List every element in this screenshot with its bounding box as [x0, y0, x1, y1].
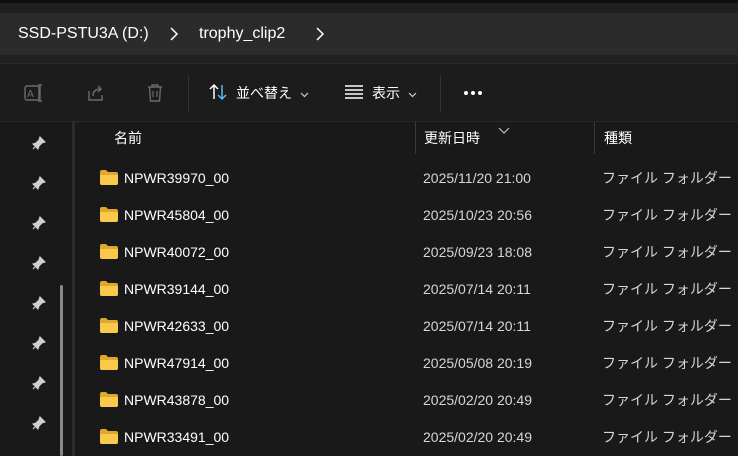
chevron-right-icon[interactable] [312, 13, 328, 55]
chevron-down-icon [408, 85, 417, 101]
breadcrumb[interactable]: SSD-PSTU3A (D:) trophy_clip2 [0, 13, 738, 55]
file-type: ファイル フォルダー [602, 318, 732, 334]
pin-icon[interactable] [30, 294, 48, 312]
folder-icon [100, 429, 118, 444]
breadcrumb-bar: SSD-PSTU3A (D:) trophy_clip2 [0, 3, 738, 63]
svg-text:A: A [27, 89, 34, 100]
file-modified: 2025/07/14 20:11 [423, 318, 531, 334]
share-icon[interactable] [84, 81, 108, 105]
file-list: 名前 更新日時 種類 NPWR39970_00 2025/11/20 21:00… [76, 122, 738, 456]
list-item[interactable]: NPWR40072_00 2025/09/23 18:08 ファイル フォルダー [76, 234, 738, 271]
file-name: NPWR47914_00 [124, 355, 230, 371]
folder-icon [100, 170, 118, 185]
nav-scrollbar[interactable] [60, 285, 63, 456]
view-list-icon [344, 84, 364, 103]
file-type: ファイル フォルダー [602, 170, 732, 186]
breadcrumb-item-folder[interactable]: trophy_clip2 [199, 13, 285, 55]
file-modified: 2025/10/23 20:56 [423, 207, 532, 223]
more-options-icon[interactable] [458, 78, 488, 108]
folder-icon [100, 355, 118, 370]
file-type: ファイル フォルダー [602, 207, 732, 223]
column-divider[interactable] [594, 122, 595, 154]
column-header-name[interactable]: 名前 [114, 122, 142, 154]
folder-icon [100, 207, 118, 222]
column-header-type[interactable]: 種類 [604, 122, 632, 154]
file-name: NPWR43878_00 [124, 392, 230, 408]
column-divider[interactable] [415, 122, 416, 154]
folder-icon [100, 318, 118, 333]
list-item[interactable]: NPWR45804_00 2025/10/23 20:56 ファイル フォルダー [76, 197, 738, 234]
folder-icon [100, 281, 118, 296]
sort-descending-icon [498, 122, 510, 140]
rename-icon[interactable]: A [22, 81, 46, 105]
file-name: NPWR39144_00 [124, 281, 230, 297]
list-item[interactable]: NPWR42633_00 2025/07/14 20:11 ファイル フォルダー [76, 308, 738, 345]
file-name: NPWR39970_00 [124, 170, 230, 186]
pane-splitter[interactable] [72, 122, 75, 456]
file-modified: 2025/07/14 20:11 [423, 281, 531, 297]
folder-icon [100, 244, 118, 259]
toolbar-divider [440, 76, 441, 112]
file-type: ファイル フォルダー [602, 244, 732, 260]
pin-icon[interactable] [30, 134, 48, 152]
list-item[interactable]: NPWR43878_00 2025/02/20 20:49 ファイル フォルダー [76, 382, 738, 419]
file-type: ファイル フォルダー [602, 429, 732, 445]
toolbar-divider [188, 76, 189, 112]
pin-icon[interactable] [30, 414, 48, 432]
file-modified: 2025/02/20 20:49 [423, 392, 532, 408]
file-type: ファイル フォルダー [602, 392, 732, 408]
pin-icon[interactable] [30, 334, 48, 352]
sort-icon [208, 82, 228, 105]
sort-button[interactable]: 並べ替え [208, 78, 309, 108]
pin-icon[interactable] [30, 374, 48, 392]
pin-icon[interactable] [30, 174, 48, 192]
chevron-down-icon [300, 85, 309, 101]
navigation-pane [0, 122, 76, 456]
file-name: NPWR33491_00 [124, 429, 230, 445]
list-item[interactable]: NPWR33491_00 2025/02/20 20:49 ファイル フォルダー [76, 419, 738, 456]
pin-icon[interactable] [30, 254, 48, 272]
file-type: ファイル フォルダー [602, 355, 732, 371]
list-item[interactable]: NPWR39144_00 2025/07/14 20:11 ファイル フォルダー [76, 271, 738, 308]
view-label: 表示 [372, 85, 400, 101]
chevron-right-icon[interactable] [166, 13, 182, 55]
folder-icon [100, 392, 118, 407]
list-item[interactable]: NPWR47914_00 2025/05/08 20:19 ファイル フォルダー [76, 345, 738, 382]
file-type: ファイル フォルダー [602, 281, 732, 297]
trash-icon[interactable] [143, 81, 167, 105]
file-modified: 2025/11/20 21:00 [423, 170, 531, 186]
sort-label: 並べ替え [236, 85, 292, 101]
file-modified: 2025/05/08 20:19 [423, 355, 532, 371]
file-name: NPWR42633_00 [124, 318, 230, 334]
command-bar: A 並べ替え 表示 [0, 63, 738, 122]
breadcrumb-item-drive[interactable]: SSD-PSTU3A (D:) [18, 13, 149, 55]
column-header-modified[interactable]: 更新日時 [424, 122, 480, 154]
file-name: NPWR45804_00 [124, 207, 230, 223]
list-item[interactable]: NPWR39970_00 2025/11/20 21:00 ファイル フォルダー [76, 160, 738, 197]
file-name: NPWR40072_00 [124, 244, 230, 260]
file-modified: 2025/09/23 18:08 [423, 244, 532, 260]
pin-icon[interactable] [30, 214, 48, 232]
file-modified: 2025/02/20 20:49 [423, 429, 532, 445]
view-button[interactable]: 表示 [344, 78, 417, 108]
